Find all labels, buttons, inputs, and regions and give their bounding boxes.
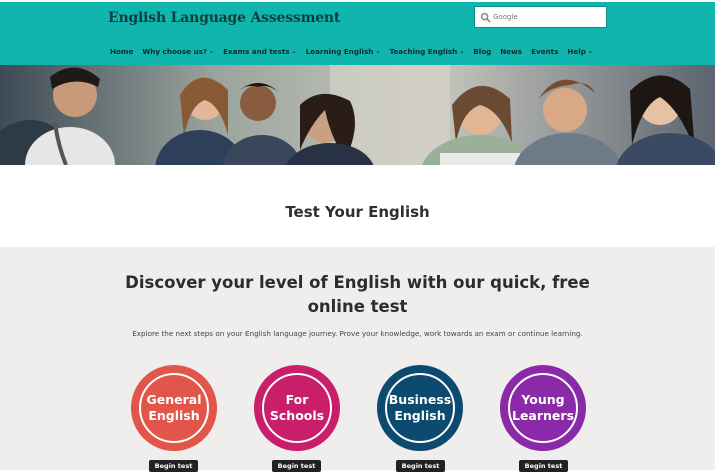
young-learners-badge[interactable]: Young Learners [500, 365, 586, 451]
badge-label: General English [139, 373, 209, 443]
nav-item-label: Events [531, 47, 559, 56]
nav-item-exams-and-tests[interactable]: Exams and tests ⌄ [223, 47, 297, 56]
badge-line-1: Business [388, 392, 452, 407]
badge-label: Business English [385, 373, 455, 443]
nav-item-help[interactable]: Help ⌄ [567, 47, 593, 56]
nav-item-label: Why choose us? [142, 47, 208, 56]
nav-item-label: Help [567, 47, 586, 56]
chevron-down-icon: ⌄ [209, 48, 215, 55]
nav-item-news[interactable]: News [500, 47, 522, 56]
badge-line-2: Learners [511, 408, 575, 423]
nav-item-teaching-english[interactable]: Teaching English ⌄ [389, 47, 464, 56]
search-box[interactable] [474, 6, 607, 28]
site-header: English Language Assessment Home Why cho… [0, 2, 715, 65]
site-logo[interactable]: English Language Assessment [108, 10, 340, 26]
badge-line-1: For [285, 392, 309, 407]
badge-label: For Schools [262, 373, 332, 443]
badge-line-2: Schools [269, 408, 325, 423]
begin-test-business-english-button[interactable]: Begin test [396, 460, 445, 472]
badge-line-2: English [394, 408, 446, 423]
chevron-down-icon: ⌄ [459, 48, 465, 55]
badge-line-2: English [148, 408, 200, 423]
search-icon [480, 12, 491, 23]
nav-item-label: News [500, 47, 523, 56]
badge-line-1: Young [521, 392, 565, 407]
page-title: Test Your English [285, 203, 430, 221]
begin-test-for-schools-button[interactable]: Begin test [272, 460, 321, 472]
title-section: Test Your English [0, 165, 715, 247]
nav-item-events[interactable]: Events [531, 47, 558, 56]
nav-item-label: Learning English [305, 47, 374, 56]
business-english-badge[interactable]: Business English [377, 365, 463, 451]
nav-item-label: Exams and tests [223, 47, 290, 56]
begin-test-young-learners-button[interactable]: Begin test [519, 460, 568, 472]
nav-item-blog[interactable]: Blog [473, 47, 491, 56]
chevron-down-icon: ⌄ [291, 48, 297, 55]
general-english-badge[interactable]: General English [131, 365, 217, 451]
section-headline: Discover your level of English with our … [125, 273, 590, 316]
tests-section: Discover your level of English with our … [0, 247, 715, 472]
section-subtext: Explore the next steps on your English l… [132, 329, 583, 338]
begin-test-general-english-button[interactable]: Begin test [149, 460, 198, 472]
badge-line-1: General [146, 392, 202, 407]
nav-item-home[interactable]: Home [110, 47, 133, 56]
students-photo [0, 65, 715, 165]
nav-item-label: Blog [473, 47, 492, 56]
nav-item-label: Home [110, 47, 134, 56]
badge-label: Young Learners [508, 373, 578, 443]
hero-banner-image [0, 65, 715, 165]
main-nav: Home Why choose us? ⌄ Exams and tests ⌄ Le… [110, 47, 602, 56]
nav-item-label: Teaching English [389, 47, 458, 56]
search-input[interactable] [493, 10, 603, 24]
chevron-down-icon: ⌄ [587, 48, 593, 55]
nav-item-why-choose-us[interactable]: Why choose us? ⌄ [142, 47, 214, 56]
chevron-down-icon: ⌄ [375, 48, 381, 55]
nav-item-learning-english[interactable]: Learning English ⌄ [306, 47, 381, 56]
for-schools-badge[interactable]: For Schools [254, 365, 340, 451]
